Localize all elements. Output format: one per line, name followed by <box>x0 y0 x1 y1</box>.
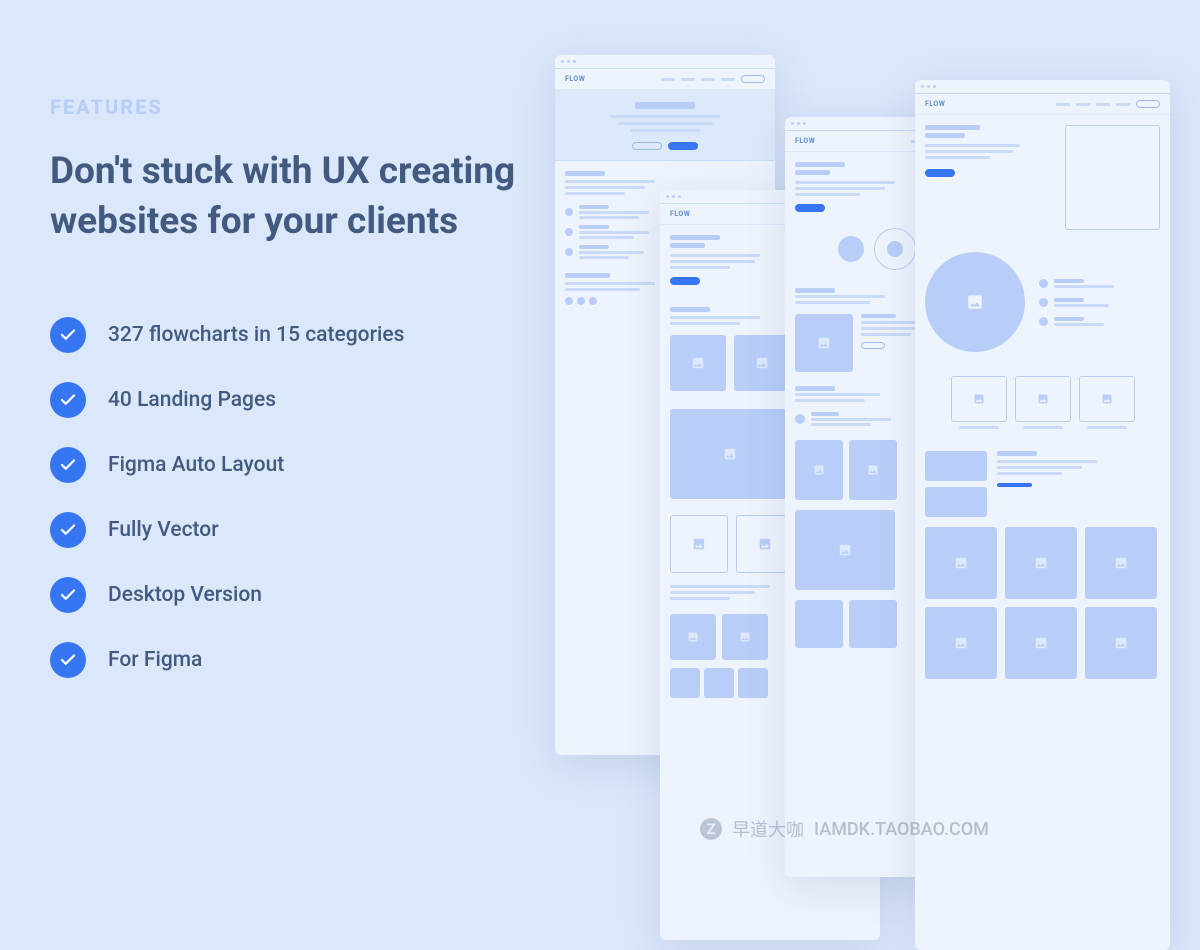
pill-icon <box>1136 100 1160 108</box>
image-placeholder-icon <box>849 600 897 648</box>
checkmark-icon <box>50 577 86 613</box>
image-placeholder-icon <box>704 668 734 698</box>
image-placeholder-icon <box>795 440 843 500</box>
image-placeholder-icon <box>849 440 897 500</box>
feature-item: 40 Landing Pages <box>50 382 530 418</box>
mock-logo: FLOW <box>925 100 945 108</box>
image-placeholder-icon <box>925 607 997 679</box>
checkmark-icon <box>50 642 86 678</box>
image-placeholder-icon <box>670 515 728 573</box>
feature-label: 327 flowcharts in 15 categories <box>108 323 404 347</box>
feature-item: Figma Auto Layout <box>50 447 530 483</box>
window-controls <box>915 80 1170 94</box>
feature-label: Figma Auto Layout <box>108 453 284 477</box>
image-placeholder-icon <box>734 335 790 391</box>
image-placeholder-icon <box>722 614 768 660</box>
wireframe-previews: FLOW <box>545 55 1185 925</box>
image-placeholder-icon <box>795 314 853 372</box>
feature-label: Fully Vector <box>108 518 219 542</box>
feature-item: Fully Vector <box>50 512 530 548</box>
image-placeholder-icon <box>1079 376 1135 422</box>
image-placeholder-icon <box>1015 376 1071 422</box>
image-placeholder-icon <box>951 376 1007 422</box>
pill-icon <box>741 75 765 83</box>
image-placeholder-icon <box>1005 607 1077 679</box>
image-placeholder-icon <box>670 335 726 391</box>
mock-nav <box>661 75 765 83</box>
watermark-text: 早道大咖 <box>732 816 804 842</box>
watermark: Z 早道大咖 IAMDK.TAOBAO.COM <box>700 816 989 842</box>
eyebrow-label: FEATURES <box>50 95 530 119</box>
watermark-badge-icon: Z <box>700 818 722 840</box>
window-controls <box>555 55 775 69</box>
image-placeholder-icon <box>1085 607 1157 679</box>
image-placeholder-icon <box>670 668 700 698</box>
image-placeholder-icon <box>670 409 790 499</box>
feature-item: For Figma <box>50 642 530 678</box>
feature-list: 327 flowcharts in 15 categories 40 Landi… <box>50 317 530 678</box>
image-placeholder-icon <box>670 614 716 660</box>
image-placeholder-icon <box>738 668 768 698</box>
watermark-text: IAMDK.TAOBAO.COM <box>814 819 989 840</box>
mock-logo: FLOW <box>795 137 815 145</box>
feature-label: 40 Landing Pages <box>108 388 276 412</box>
feature-label: For Figma <box>108 648 202 672</box>
image-placeholder-icon <box>925 487 987 517</box>
mock-logo: FLOW <box>670 210 690 218</box>
image-placeholder-icon <box>925 451 987 481</box>
image-placeholder-icon <box>795 600 843 648</box>
image-placeholder-icon <box>1005 527 1077 599</box>
mock-header: FLOW <box>915 94 1170 115</box>
image-placeholder-icon <box>925 252 1025 352</box>
image-placeholder-icon <box>1065 125 1160 230</box>
feature-item: 327 flowcharts in 15 categories <box>50 317 530 353</box>
checkmark-icon <box>50 382 86 418</box>
image-placeholder-icon <box>925 527 997 599</box>
image-placeholder-icon <box>795 510 895 590</box>
feature-item: Desktop Version <box>50 577 530 613</box>
feature-label: Desktop Version <box>108 583 262 607</box>
mock-nav <box>1056 100 1160 108</box>
checkmark-icon <box>50 317 86 353</box>
mock-logo: FLOW <box>565 75 585 83</box>
checkmark-icon <box>50 512 86 548</box>
mock-header: FLOW <box>555 69 775 90</box>
image-placeholder-icon <box>1085 527 1157 599</box>
page-heading: Don't stuck with UX creating websites fo… <box>50 147 530 247</box>
checkmark-icon <box>50 447 86 483</box>
